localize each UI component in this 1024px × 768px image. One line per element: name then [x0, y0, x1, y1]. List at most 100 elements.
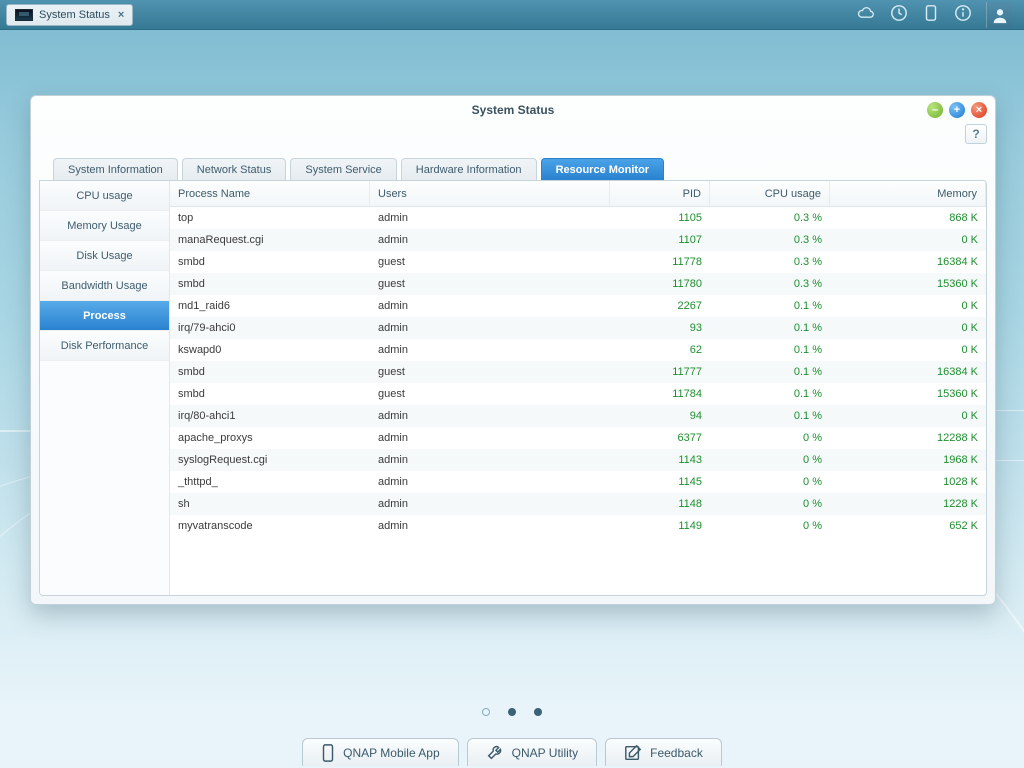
grid-body[interactable]: topadmin11050.3 %868 KmanaRequest.cgiadm… [170, 207, 986, 595]
cell-memory: 1968 K [830, 454, 986, 466]
column-header-pid[interactable]: PID [610, 181, 710, 206]
cell-user: admin [370, 300, 610, 312]
cell-pid: 11777 [610, 366, 710, 378]
pager-dot[interactable] [534, 708, 542, 716]
cell-pid: 1145 [610, 476, 710, 488]
user-avatar-icon[interactable] [986, 2, 1012, 28]
table-row[interactable]: irq/80-ahci1admin940.1 %0 K [170, 405, 986, 427]
cell-user: guest [370, 366, 610, 378]
dock-button-mobile-app[interactable]: QNAP Mobile App [302, 738, 459, 766]
cell-process-name: irq/79-ahci0 [170, 322, 370, 334]
phone-icon [321, 744, 335, 762]
cell-memory: 0 K [830, 322, 986, 334]
device-icon[interactable] [922, 4, 940, 25]
table-row[interactable]: kswapd0admin620.1 %0 K [170, 339, 986, 361]
cell-user: admin [370, 410, 610, 422]
cell-process-name: smbd [170, 388, 370, 400]
window-minimize-button[interactable]: – [927, 102, 943, 118]
cell-user: admin [370, 234, 610, 246]
table-row[interactable]: syslogRequest.cgiadmin11430 %1968 K [170, 449, 986, 471]
cell-pid: 11784 [610, 388, 710, 400]
table-row[interactable]: _thttpd_admin11450 %1028 K [170, 471, 986, 493]
cell-process-name: syslogRequest.cgi [170, 454, 370, 466]
column-header-cpu-usage[interactable]: CPU usage [710, 181, 830, 206]
column-header-process-name[interactable]: Process Name [170, 181, 370, 206]
cell-process-name: sh [170, 498, 370, 510]
table-row[interactable]: smbdguest117800.3 %15360 K [170, 273, 986, 295]
cell-cpu-usage: 0.1 % [710, 388, 830, 400]
cell-cpu-usage: 0 % [710, 476, 830, 488]
window-maximize-button[interactable]: + [949, 102, 965, 118]
taskbar-tray [856, 2, 1018, 28]
cell-process-name: smbd [170, 256, 370, 268]
cell-process-name: manaRequest.cgi [170, 234, 370, 246]
pager-dot[interactable] [508, 708, 516, 716]
cell-memory: 0 K [830, 344, 986, 356]
table-row[interactable]: smbdguest117840.1 %15360 K [170, 383, 986, 405]
cell-pid: 1105 [610, 212, 710, 224]
taskbar-app-tab[interactable]: System Status × [6, 4, 133, 26]
table-row[interactable]: manaRequest.cgiadmin11070.3 %0 K [170, 229, 986, 251]
dock-label: QNAP Utility [512, 746, 578, 760]
cell-pid: 62 [610, 344, 710, 356]
window-titlebar[interactable]: System Status – + × [31, 96, 995, 124]
cell-process-name: top [170, 212, 370, 224]
cell-memory: 868 K [830, 212, 986, 224]
sidebar-item-bandwidth-usage[interactable]: Bandwidth Usage [40, 271, 169, 301]
dock-button-feedback[interactable]: Feedback [605, 738, 722, 766]
table-row[interactable]: apache_proxysadmin63770 %12288 K [170, 427, 986, 449]
cell-cpu-usage: 0.1 % [710, 366, 830, 378]
cell-memory: 15360 K [830, 278, 986, 290]
taskbar-close-icon[interactable]: × [118, 9, 124, 21]
system-status-window: System Status – + × ? System Information… [30, 95, 996, 605]
cell-process-name: myvatranscode [170, 520, 370, 532]
table-row[interactable]: myvatranscodeadmin11490 %652 K [170, 515, 986, 537]
cell-cpu-usage: 0 % [710, 520, 830, 532]
cell-memory: 0 K [830, 410, 986, 422]
cell-user: guest [370, 256, 610, 268]
table-row[interactable]: shadmin11480 %1228 K [170, 493, 986, 515]
content-pane: CPU usage Memory Usage Disk Usage Bandwi… [39, 180, 987, 596]
help-button[interactable]: ? [965, 124, 987, 144]
tab-system-information[interactable]: System Information [53, 158, 178, 180]
window-close-button[interactable]: × [971, 102, 987, 118]
dock-label: Feedback [650, 746, 703, 760]
cell-memory: 1028 K [830, 476, 986, 488]
cell-user: admin [370, 476, 610, 488]
cloud-icon[interactable] [856, 5, 876, 24]
pager-dot[interactable] [482, 708, 490, 716]
table-row[interactable]: smbdguest117780.3 %16384 K [170, 251, 986, 273]
sidebar-item-memory-usage[interactable]: Memory Usage [40, 211, 169, 241]
cell-cpu-usage: 0 % [710, 432, 830, 444]
cell-cpu-usage: 0.3 % [710, 212, 830, 224]
table-row[interactable]: smbdguest117770.1 %16384 K [170, 361, 986, 383]
tab-system-service[interactable]: System Service [290, 158, 396, 180]
sidebar-item-process[interactable]: Process [40, 301, 169, 331]
cell-memory: 0 K [830, 234, 986, 246]
table-row[interactable]: md1_raid6admin22670.1 %0 K [170, 295, 986, 317]
tab-network-status[interactable]: Network Status [182, 158, 287, 180]
cell-process-name: smbd [170, 278, 370, 290]
tab-resource-monitor[interactable]: Resource Monitor [541, 158, 665, 180]
cell-process-name: apache_proxys [170, 432, 370, 444]
cell-cpu-usage: 0.1 % [710, 300, 830, 312]
table-row[interactable]: irq/79-ahci0admin930.1 %0 K [170, 317, 986, 339]
cell-memory: 12288 K [830, 432, 986, 444]
dock-button-utility[interactable]: QNAP Utility [467, 738, 597, 766]
clock-icon[interactable] [890, 4, 908, 25]
cell-memory: 1228 K [830, 498, 986, 510]
info-icon[interactable] [954, 4, 972, 25]
sidebar-item-disk-performance[interactable]: Disk Performance [40, 331, 169, 361]
column-header-memory[interactable]: Memory [830, 181, 986, 206]
sidebar-item-disk-usage[interactable]: Disk Usage [40, 241, 169, 271]
tab-hardware-information[interactable]: Hardware Information [401, 158, 537, 180]
cell-pid: 1143 [610, 454, 710, 466]
cell-process-name: kswapd0 [170, 344, 370, 356]
sidebar-item-cpu-usage[interactable]: CPU usage [40, 181, 169, 211]
cell-user: admin [370, 344, 610, 356]
grid-header: Process Name Users PID CPU usage Memory [170, 181, 986, 207]
column-header-users[interactable]: Users [370, 181, 610, 206]
bottom-dock: QNAP Mobile App QNAP Utility Feedback [0, 732, 1024, 768]
table-row[interactable]: topadmin11050.3 %868 K [170, 207, 986, 229]
cell-process-name: _thttpd_ [170, 476, 370, 488]
